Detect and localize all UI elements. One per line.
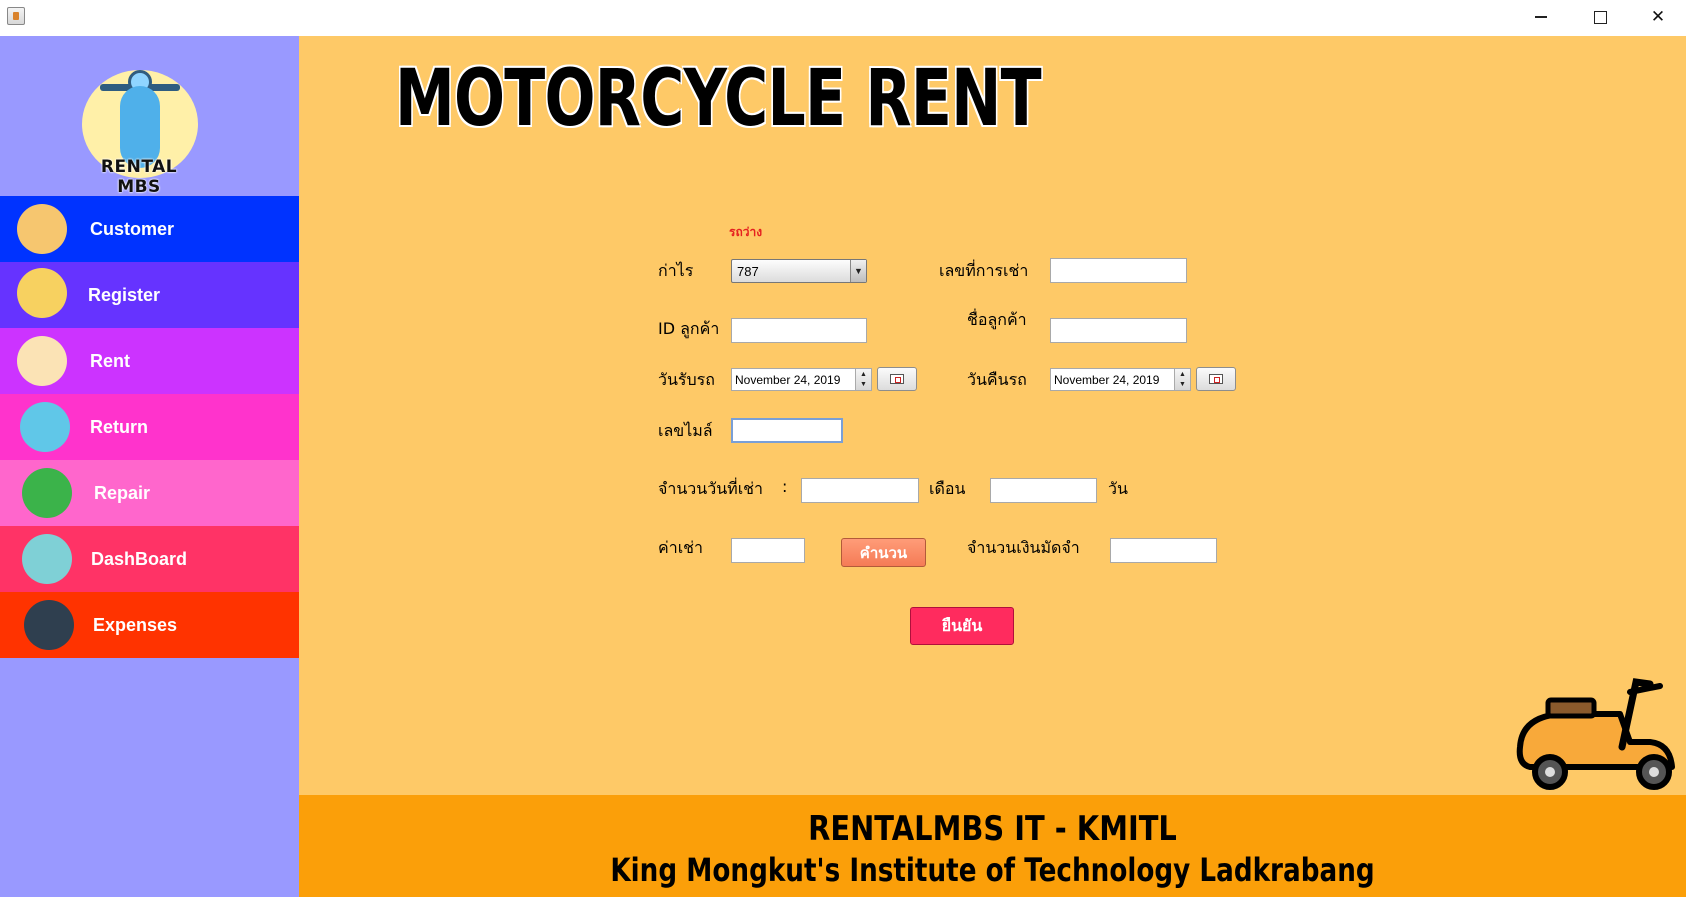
rental-mbs-logo: RENTAL MBS (78, 58, 200, 197)
date-spinner[interactable]: ▲ ▼ (1174, 369, 1190, 390)
sidebar-item-label: Expenses (93, 614, 178, 635)
page-title: MOTORCYCLE RENT (395, 54, 1042, 144)
month-unit-label: เดือน (929, 479, 966, 498)
main-panel: MOTORCYCLE RENT รถว่าง ก่าไร 787 ▼ เลขที… (299, 36, 1686, 795)
sidebar-item-expenses[interactable]: Expenses (0, 592, 299, 658)
mileage-field[interactable] (731, 418, 843, 443)
customers-icon (17, 204, 67, 254)
sidebar-item-label: Rent (90, 350, 130, 371)
pickup-date-value: November 24, 2019 (735, 373, 841, 387)
rent-no-label: เลขที่การเช่า (939, 261, 1029, 280)
calculate-button[interactable]: คำนวน (841, 538, 926, 567)
dashboard-chart-icon (22, 534, 72, 584)
java-cup-icon[interactable] (7, 7, 25, 25)
register-scooter-icon (17, 268, 67, 318)
pickup-date-field[interactable]: November 24, 2019 ▲ ▼ (731, 368, 872, 391)
customer-name-label: ชื่อลูกค้า (967, 310, 1027, 329)
calendar-icon (890, 374, 904, 384)
customer-id-label: ID ลูกค้า (658, 319, 720, 338)
footer: RENTALMBS IT - KMITL King Mongkut's Inst… (299, 795, 1686, 897)
sidebar-item-customer[interactable]: Customer (0, 196, 299, 262)
deposit-field[interactable] (1110, 538, 1217, 563)
sidebar-item-label: Customer (90, 218, 175, 239)
availability-status: รถว่าง (729, 225, 763, 239)
plate-select[interactable]: 787 ▼ (731, 259, 867, 283)
sidebar-item-register[interactable]: Register (0, 262, 299, 328)
date-spinner[interactable]: ▲ ▼ (855, 369, 871, 390)
expenses-wallet-icon (24, 600, 74, 650)
footer-institute: King Mongkut's Institute of Technology L… (610, 851, 1375, 889)
mileage-label: เลขไมล์ (658, 421, 713, 440)
sidebar-item-label: Repair (94, 482, 151, 503)
sidebar-item-label: DashBoard (91, 548, 188, 569)
return-date-field[interactable]: November 24, 2019 ▲ ▼ (1050, 368, 1191, 391)
deposit-label: จำนวนเงินมัดจำ (967, 538, 1080, 557)
confirm-button[interactable]: ยืนยัน (910, 607, 1014, 645)
plate-select-value: 787 (737, 264, 759, 279)
day-unit-label: วัน (1108, 479, 1128, 498)
rent-counter-icon (17, 336, 67, 386)
return-calendar-button[interactable] (1196, 367, 1236, 391)
plate-label: ก่าไร (658, 261, 694, 280)
rent-price-label: ค่าเช่า (658, 538, 703, 557)
calendar-icon (1209, 374, 1223, 384)
return-date-label: วันคืนรถ (967, 370, 1027, 389)
return-date-value: November 24, 2019 (1054, 373, 1160, 387)
customer-id-field[interactable] (731, 318, 867, 343)
sidebar-item-rent[interactable]: Rent (0, 328, 299, 394)
pickup-calendar-button[interactable] (877, 367, 917, 391)
sidebar-item-return[interactable]: Return (0, 394, 299, 460)
rent-price-field[interactable] (731, 538, 805, 563)
sidebar-item-label: Return (90, 416, 148, 437)
minimize-icon[interactable] (1512, 0, 1570, 34)
logo-text: RENTAL MBS (100, 157, 178, 197)
months-field[interactable] (801, 478, 919, 503)
wrench-screwdriver-icon (22, 468, 72, 518)
return-scooter-icon (20, 402, 70, 452)
days-field[interactable] (990, 478, 1097, 503)
rent-days-colon: : (782, 477, 788, 496)
sidebar-item-dashboard[interactable]: DashBoard (0, 526, 299, 592)
sidebar-item-repair[interactable]: Repair (0, 460, 299, 526)
rent-days-label: จำนวนวันที่เช่า (658, 479, 763, 498)
footer-title: RENTALMBS IT - KMITL (808, 809, 1177, 849)
customer-name-field[interactable] (1050, 318, 1187, 343)
window-title-bar: ✕ (0, 0, 1686, 36)
scooter-icon (1516, 678, 1675, 790)
pickup-date-label: วันรับรถ (658, 370, 715, 389)
sidebar: RENTAL MBS Customer Register Rent Return… (0, 36, 299, 897)
chevron-down-icon[interactable]: ▼ (850, 260, 866, 282)
rent-no-field[interactable] (1050, 258, 1187, 283)
maximize-icon[interactable] (1571, 0, 1629, 34)
close-icon[interactable]: ✕ (1629, 0, 1686, 34)
sidebar-item-label: Register (88, 284, 161, 305)
